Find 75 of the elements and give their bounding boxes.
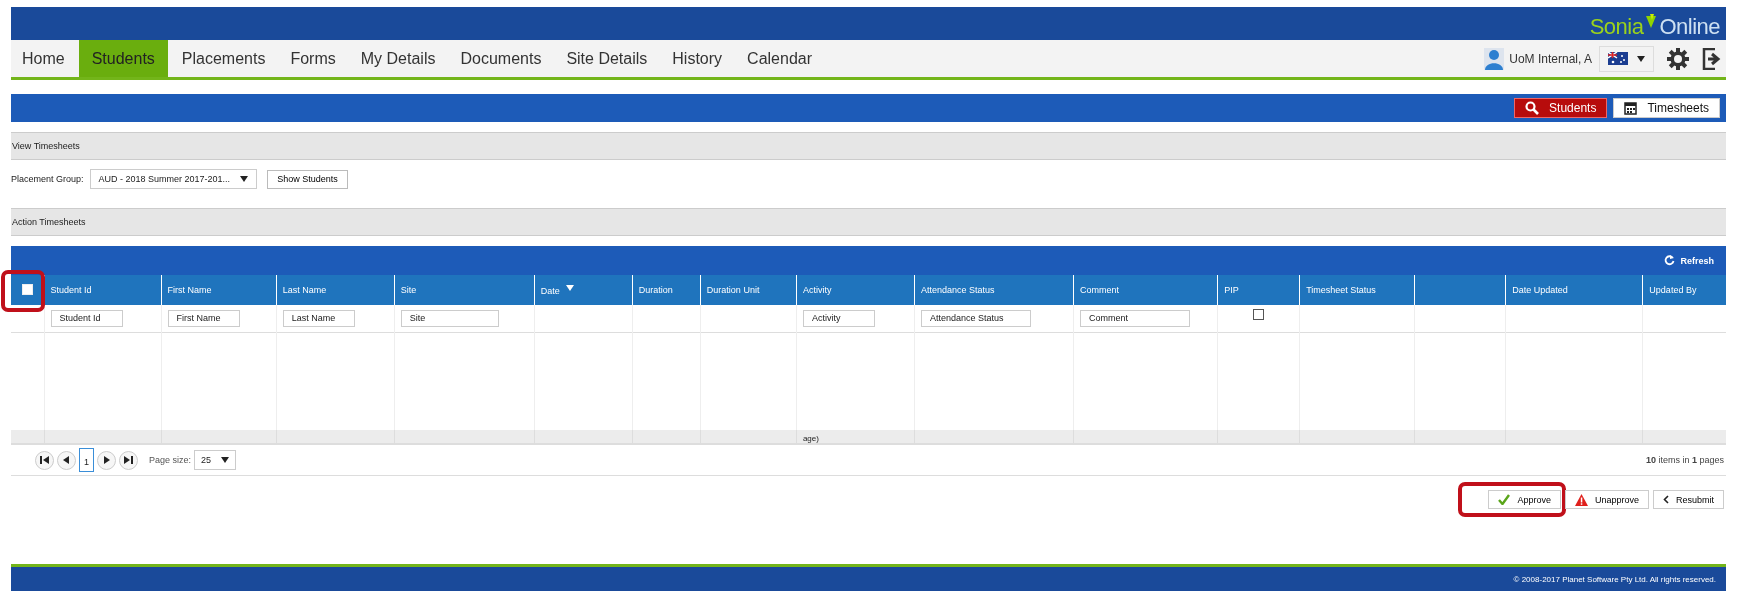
nav-tab[interactable]: Home: [11, 40, 76, 77]
header-cell[interactable]: Updated By: [1642, 275, 1726, 305]
page-size-label: Page size:: [149, 455, 192, 465]
last-page-icon: [124, 456, 133, 464]
header-cell[interactable]: Attendance Status: [914, 275, 1074, 305]
refresh-icon: [1664, 255, 1676, 266]
header-cell[interactable]: Date Updated: [1505, 275, 1643, 305]
previous-page-button[interactable]: [57, 450, 76, 470]
search-icon: [1525, 101, 1540, 115]
flag-icon: [1608, 52, 1628, 65]
header-cell[interactable]: Duration: [632, 275, 701, 305]
last-page-button[interactable]: [119, 450, 138, 470]
page-size-dropdown[interactable]: 25: [194, 450, 237, 470]
header-cell[interactable]: Last Name: [276, 275, 395, 305]
filter-field[interactable]: Activity: [802, 309, 875, 327]
action-button[interactable]: Resubmit: [1653, 490, 1724, 509]
next-page-icon: [102, 456, 111, 464]
header-cell[interactable]: Duration Unit: [700, 275, 797, 305]
filter-field[interactable]: Comment: [1080, 309, 1191, 327]
language-dropdown[interactable]: [1599, 45, 1654, 72]
placement-group-dropdown[interactable]: AUD - 2018 Summer 2017-201...: [89, 169, 258, 189]
header-cell[interactable]: Date: [534, 275, 633, 305]
filter-checkbox[interactable]: [1253, 309, 1265, 320]
nav-tab[interactable]: Site Details: [555, 40, 659, 77]
chevron-left-icon: [1663, 495, 1669, 504]
logout-icon: [1702, 47, 1722, 70]
nav-tab[interactable]: Documents: [449, 40, 553, 77]
header-cell[interactable]: First Name: [161, 275, 277, 305]
logo-mark-icon: [1644, 14, 1659, 30]
nav-tab[interactable]: My Details: [349, 40, 447, 77]
caret-icon: [1637, 55, 1645, 62]
user-avatar-icon: [1484, 47, 1505, 70]
nav-tab[interactable]: Placements: [170, 40, 277, 77]
select-all-checkbox[interactable]: [21, 283, 33, 295]
calendar-icon: [1624, 101, 1638, 115]
toolbar-button[interactable]: Timesheets: [1613, 98, 1720, 118]
header-cell[interactable]: Activity: [796, 275, 915, 305]
section-title: View Timesheets: [11, 141, 80, 151]
refresh-button[interactable]: Refresh: [1658, 254, 1720, 267]
page-number[interactable]: 1: [79, 448, 94, 472]
nav-tab[interactable]: History: [661, 40, 734, 77]
previous-page-icon: [62, 456, 71, 464]
nav-tab[interactable]: Students: [78, 40, 168, 77]
header-cell[interactable]: [1414, 275, 1506, 305]
field-label: Placement Group:: [11, 174, 84, 184]
logo: Sonia Online: [1589, 14, 1720, 40]
show-students-button[interactable]: Show Students: [267, 169, 348, 189]
header-cell[interactable]: Comment: [1073, 275, 1218, 305]
table-cell: age): [796, 430, 915, 444]
copyright-text: © 2008-2017 Planet Software Pty Ltd. All rights reserved.: [1513, 574, 1716, 584]
caret-icon: [221, 457, 230, 463]
first-page-icon: [40, 456, 49, 464]
header-cell[interactable]: PIP: [1217, 275, 1300, 305]
filter-field[interactable]: Last Name: [282, 309, 355, 327]
settings-icon: [1667, 47, 1689, 70]
nav-tab[interactable]: Calendar: [736, 40, 823, 77]
nav-tab[interactable]: Forms: [279, 40, 347, 77]
filter-field[interactable]: Student Id: [50, 309, 123, 327]
filter-field[interactable]: Site: [400, 309, 499, 327]
header-cell[interactable]: Timesheet Status: [1299, 275, 1415, 305]
warning-icon: [1574, 493, 1588, 506]
user-name[interactable]: UoM Internal, A: [1509, 51, 1592, 66]
check-icon: [1498, 494, 1511, 505]
filter-field[interactable]: Attendance Status: [920, 309, 1031, 327]
action-button[interactable]: Unapprove: [1564, 490, 1649, 509]
pager-info: 10 items in 1 pages: [1645, 455, 1725, 465]
first-page-button[interactable]: [35, 450, 54, 470]
header-cell[interactable]: Student Id: [44, 275, 162, 305]
section-title: Action Timesheets: [11, 217, 86, 227]
caret-icon: [240, 176, 249, 182]
action-button[interactable]: Approve: [1488, 490, 1561, 509]
filter-field[interactable]: First Name: [167, 309, 240, 327]
header-cell[interactable]: Site: [394, 275, 535, 305]
toolbar-button[interactable]: Students: [1514, 98, 1608, 118]
next-page-button[interactable]: [97, 450, 116, 470]
